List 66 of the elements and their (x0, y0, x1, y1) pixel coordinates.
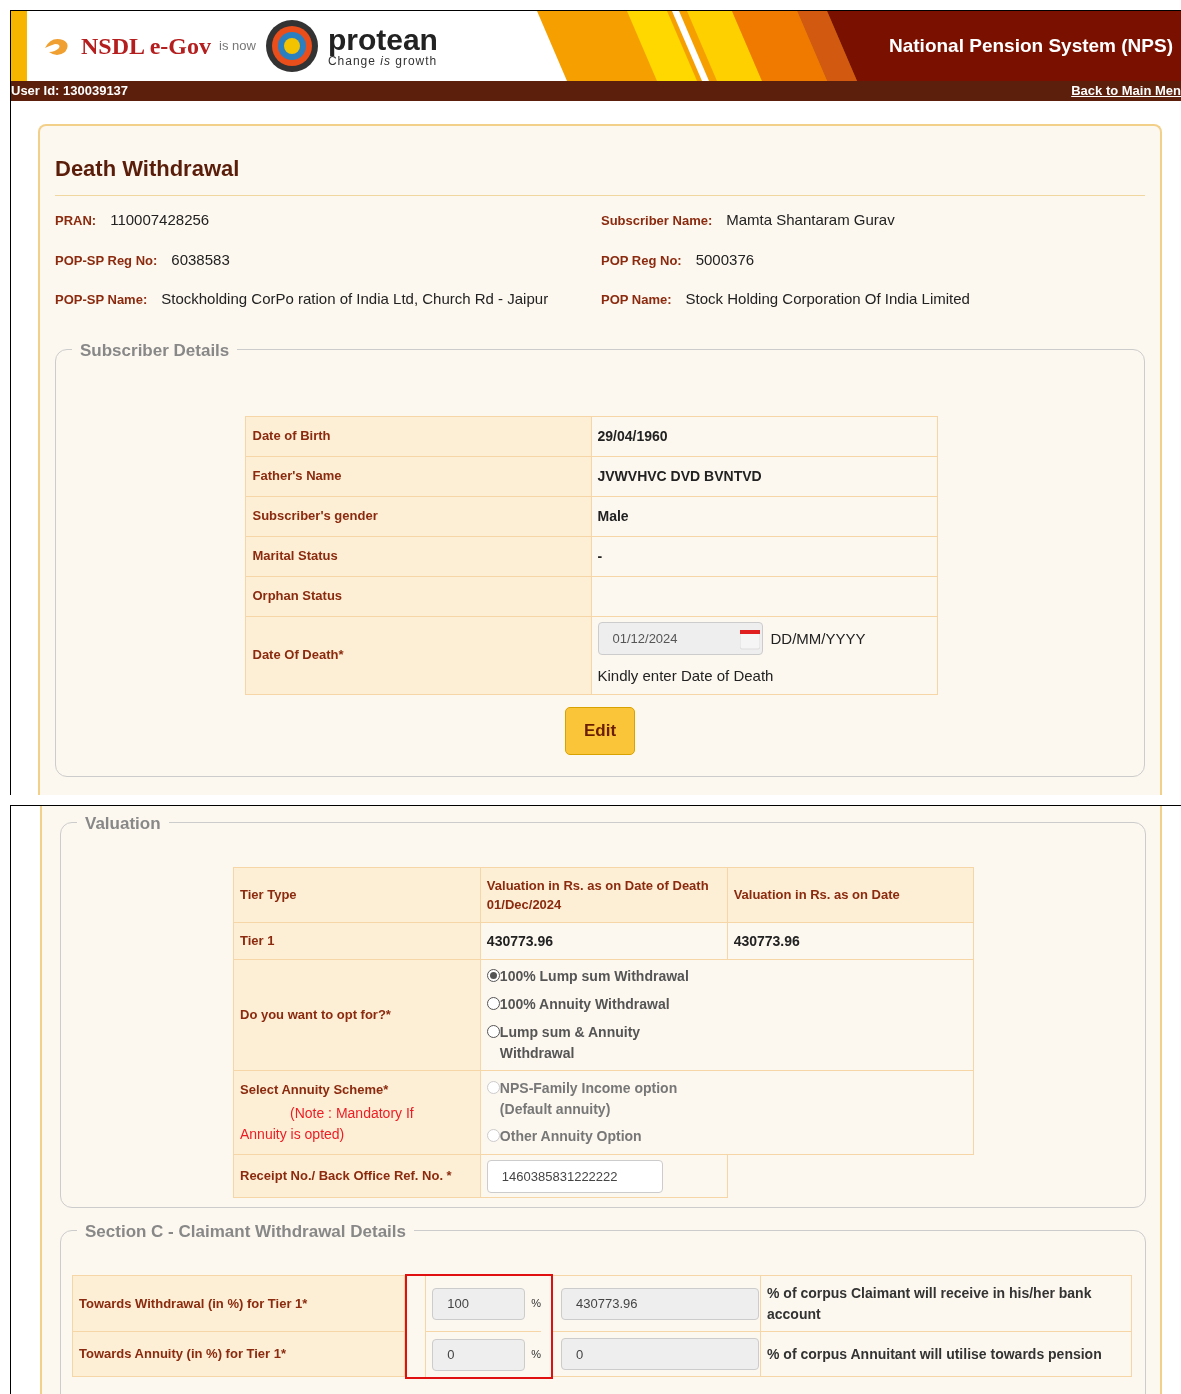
column-header: Valuation in Rs. as on Date (727, 867, 974, 923)
field-label: POP-SP Reg No: (55, 251, 158, 270)
table-cell: Orphan Status (245, 576, 591, 616)
table-cell: Date Of Death* (245, 616, 591, 694)
table-cell-text: % of corpus Annuitant will utilise towards pension (766, 1344, 1103, 1364)
table-cell: Towards Annuity (in %) for Tier 1* (72, 1332, 406, 1377)
table-cell-text: % of corpus Claimant will receive in his/her bank account (766, 1283, 1093, 1324)
table-cell-value: Male (597, 507, 629, 524)
radio-label: Other Annuity Option (499, 1127, 642, 1146)
field-label: PRAN: (55, 212, 97, 230)
percent-sign: % (531, 1347, 541, 1363)
radio-label: Lump sum & Annuity Withdrawal (499, 1023, 642, 1063)
amount-input[interactable]: 430773.96 (561, 1287, 759, 1320)
table-cell: Tier 1 (233, 922, 481, 960)
percent-sign: % (531, 1296, 541, 1312)
percent-input[interactable]: 0 (432, 1338, 526, 1371)
field-label: POP Name: (601, 291, 672, 309)
page-title: Death Withdrawal (55, 152, 1145, 196)
receipt-number-input[interactable]: 1460385831222222 (486, 1159, 663, 1193)
percent-input[interactable]: 100 (432, 1287, 526, 1320)
brand-text: NSDL e-Gov (81, 32, 211, 61)
radio-button[interactable] (486, 1025, 500, 1038)
date-format-hint: DD/MM/YYYY (770, 628, 866, 649)
date-field[interactable]: 01/12/2024 (597, 622, 763, 656)
amount-input[interactable]: 0 (561, 1338, 759, 1370)
date-hint-text: Kindly enter Date of Death (597, 666, 775, 687)
field-label: Subscriber Name: (601, 212, 713, 230)
radio-label: 100% Lump sum Withdrawal (499, 967, 689, 986)
colorful-circle-logo-icon (263, 18, 320, 74)
table-cell: 430773.96 (480, 922, 728, 960)
radio-button[interactable] (486, 969, 500, 982)
table-cell: 430773.96 (727, 922, 974, 960)
table-cell-text: Select Annuity Scheme* (240, 1080, 390, 1099)
field-value: Stockholding CorPo ration of India Ltd, Church Rd - Jaipur (161, 289, 549, 309)
tagline-text: is now (219, 37, 256, 56)
table-cell-value: 29/04/1960 (597, 427, 668, 444)
radio-label: NPS-Family Income option (Default annuity) (499, 1079, 679, 1119)
field-label: POP-SP Name: (55, 291, 148, 309)
back-to-main-menu-link[interactable]: Back to Main Men (1071, 81, 1181, 101)
edit-button[interactable]: Edit (565, 706, 635, 755)
calendar-icon[interactable] (739, 627, 760, 650)
table-cell: Receipt No./ Back Office Ref. No. * (233, 1154, 481, 1198)
column-header: Tier Type (233, 867, 481, 923)
radio-button[interactable] (486, 997, 500, 1010)
note-text: (Note : Mandatory If Annuity is opted) (240, 1104, 415, 1145)
tagline-text: Change is growth (327, 55, 438, 67)
radio-label: 100% Annuity Withdrawal (499, 995, 670, 1014)
table-cell: Towards Withdrawal (in %) for Tier 1* (72, 1276, 406, 1332)
field-value: 110007428256 (110, 210, 210, 230)
field-value: 5000376 (695, 249, 755, 270)
field-value: Stock Holding Corporation Of India Limited (685, 289, 970, 309)
field-value: Mamta Shantaram Gurav (726, 210, 895, 230)
portal-title: National Pension System (NPS) (889, 33, 1173, 58)
table-cell: Father's Name (245, 456, 591, 496)
table-cell: Subscriber's gender (245, 496, 591, 536)
table-cell: Do you want to opt for?* (233, 959, 481, 1071)
table-cell-value: - (597, 547, 603, 564)
table-cell: Date of Birth (245, 416, 591, 456)
brand-text: protean (327, 25, 438, 55)
field-label: POP Reg No: (601, 251, 682, 270)
accent-strip (11, 11, 27, 81)
table-cell: Marital Status (245, 536, 591, 576)
table-cell-value: JVWVHVC DVD BVNTVD (597, 467, 762, 484)
column-header: Valuation in Rs. as on Date of Death 01/Dec/2024 (480, 867, 728, 923)
field-value: 6038583 (171, 249, 230, 270)
user-id-text: User Id: 130039137 (11, 82, 129, 101)
